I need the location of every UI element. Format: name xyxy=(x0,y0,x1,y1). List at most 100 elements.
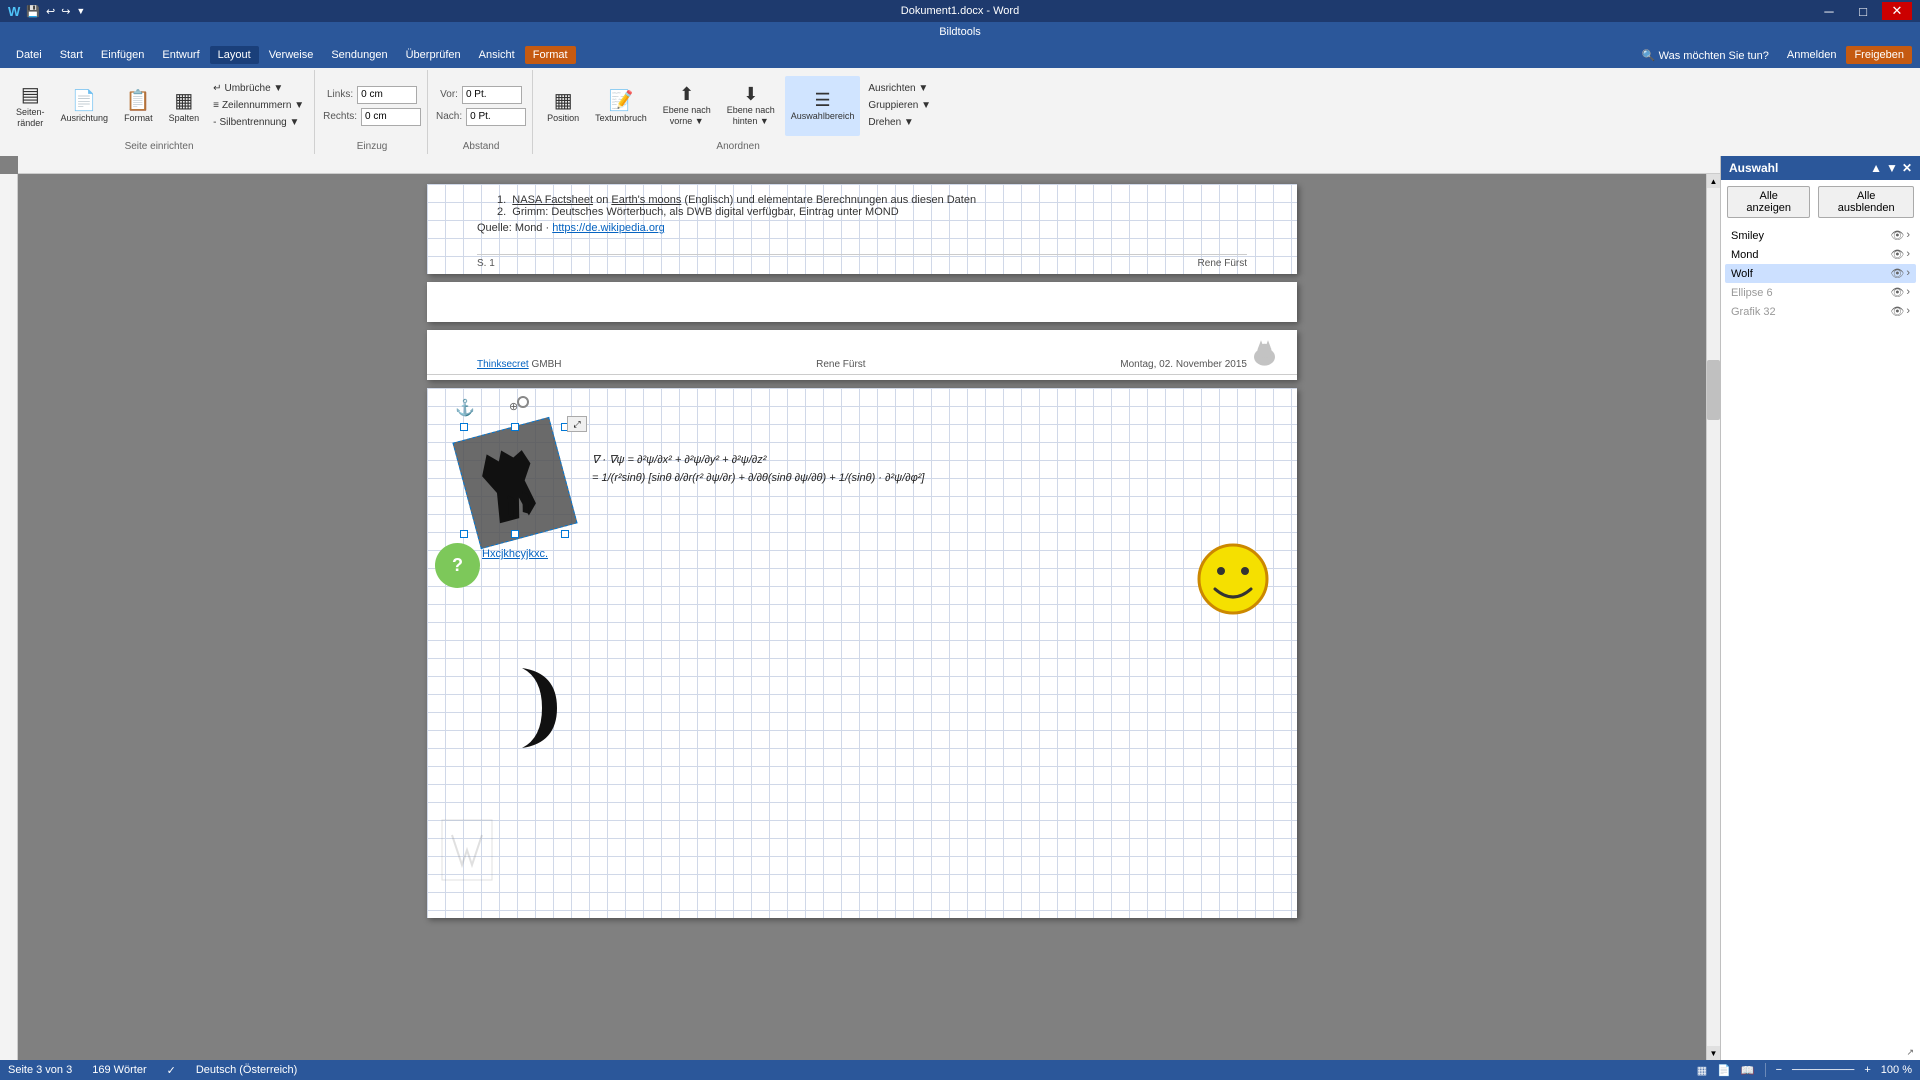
handle-tl[interactable] xyxy=(460,423,468,431)
menu-entwurf[interactable]: Entwurf xyxy=(154,46,207,64)
show-all-btn[interactable]: Alle anzeigen xyxy=(1727,186,1810,218)
panel-item-wolf[interactable]: Wolf 👁 › xyxy=(1725,264,1916,283)
textumbruch-btn[interactable]: 📝 Textumbruch xyxy=(589,76,653,136)
position-handle[interactable]: ⊕ xyxy=(509,400,518,413)
handle-bm[interactable] xyxy=(511,530,519,538)
panel-scroll-up[interactable]: ▲ xyxy=(1870,161,1882,175)
scroll-track[interactable] xyxy=(1707,188,1720,1046)
expand-btn[interactable]: ⤢ xyxy=(567,416,587,432)
seite-expand-btn[interactable]: ↗ xyxy=(1906,1047,1914,1058)
language[interactable]: Deutsch (Österreich) xyxy=(196,1064,297,1076)
quick-access-bar: W 💾 ↩ ↪ ▼ xyxy=(8,4,85,19)
seitenraender-btn[interactable]: ▤ Seiten-ränder xyxy=(10,76,51,136)
wolf-image-container[interactable] xyxy=(457,418,572,543)
panel-item-mond[interactable]: Mond 👁 › xyxy=(1725,245,1916,264)
umbrueche-btn[interactable]: ↵ Umbrüche ▼ xyxy=(209,81,308,96)
panel-scroll-down[interactable]: ▼ xyxy=(1886,161,1898,175)
grafik32-chevron-icon: › xyxy=(1906,305,1910,318)
ribbon-group-anordnen: ▦ Position 📝 Textumbruch ⬆ Ebene nachvor… xyxy=(535,70,941,154)
hide-all-btn[interactable]: Alle ausblenden xyxy=(1818,186,1914,218)
rotate-handle[interactable] xyxy=(517,396,529,408)
green-circle[interactable]: ? xyxy=(435,543,480,588)
ebene-hinten-btn[interactable]: ⬇ Ebene nachhinten ▼ xyxy=(721,76,781,136)
page-1: 1. NASA Factsheet on Earth's moons NASA … xyxy=(427,184,1297,274)
page-3[interactable]: ⚓ ⊕ xyxy=(427,388,1297,918)
panel-item-ellipse6[interactable]: Ellipse 6 👁 › xyxy=(1725,283,1916,302)
view-read-btn[interactable]: 📖 xyxy=(1741,1064,1755,1077)
menu-freigeben[interactable]: Freigeben xyxy=(1846,46,1912,64)
menu-einfuegen[interactable]: Einfügen xyxy=(93,46,152,64)
format-btn[interactable]: 📋 Format xyxy=(118,76,159,136)
moon-shape[interactable] xyxy=(477,658,557,761)
wolf-selection[interactable] xyxy=(457,418,572,543)
menu-verweise[interactable]: Verweise xyxy=(261,46,322,64)
sep-1 xyxy=(1765,1063,1766,1077)
silbentrennung-btn[interactable]: - Silbentrennung ▼ xyxy=(209,115,308,130)
abstand-nach-input[interactable] xyxy=(466,108,526,126)
title-bar: W 💾 ↩ ↪ ▼ Dokument1.docx - Word ─ □ ✕ xyxy=(0,0,1920,22)
handle-br[interactable] xyxy=(561,530,569,538)
zoom-in-btn[interactable]: + xyxy=(1864,1064,1870,1076)
earths-moons-link[interactable]: Earth's moons xyxy=(611,194,681,206)
ebene-vorne-btn[interactable]: ⬆ Ebene nachvorne ▼ xyxy=(657,76,717,136)
search-box[interactable]: 🔍 Was möchten Sie tun? xyxy=(1642,49,1769,62)
zeilennummern-btn[interactable]: ≡ Zeilennummern ▼ xyxy=(209,98,308,113)
undo-qa-btn[interactable]: ↩ xyxy=(46,5,55,18)
layout-ribbon: ▤ Seiten-ränder 📄 Ausrichtung 📋 Format ▦… xyxy=(0,68,1920,156)
minimize-button[interactable]: ─ xyxy=(1814,2,1844,20)
panel-item-smiley[interactable]: Smiley 👁 › xyxy=(1725,226,1916,245)
scroll-up-btn[interactable]: ▲ xyxy=(1707,174,1720,188)
save-qa-btn[interactable]: 💾 xyxy=(26,5,40,18)
auswahlbereich-btn[interactable]: ☰ Auswahlbereich xyxy=(785,76,861,136)
menu-start[interactable]: Start xyxy=(52,46,91,64)
maximize-button[interactable]: □ xyxy=(1848,2,1878,20)
format-icon: 📋 xyxy=(126,88,151,113)
spell-check-icon[interactable]: ✓ xyxy=(167,1064,176,1077)
more-qa-btn[interactable]: ▼ xyxy=(76,6,85,16)
abstand-vor-input[interactable] xyxy=(462,86,522,104)
ribbon-group-abstand: Vor: Nach: Abstand xyxy=(430,70,533,154)
menu-ansicht[interactable]: Ansicht xyxy=(471,46,523,64)
spalten-btn[interactable]: ▦ Spalten xyxy=(163,76,206,136)
ausrichtung-btn[interactable]: 📄 Ausrichtung xyxy=(55,76,115,136)
page1-footer: S. 1 Rene Fürst xyxy=(477,254,1247,269)
vertical-ruler xyxy=(0,174,18,1060)
scroll-down-btn[interactable]: ▼ xyxy=(1707,1046,1720,1060)
view-layout-btn[interactable]: 📄 xyxy=(1717,1064,1731,1077)
ausrichten-btn[interactable]: Ausrichten ▼ xyxy=(864,81,935,96)
einzug-links-input[interactable] xyxy=(357,86,417,104)
panel-close-btn[interactable]: ✕ xyxy=(1902,161,1912,175)
handle-tm[interactable] xyxy=(511,423,519,431)
menu-anmelden[interactable]: Anmelden xyxy=(1779,46,1845,64)
redo-qa-btn[interactable]: ↪ xyxy=(61,5,70,18)
drehen-btn[interactable]: Drehen ▼ xyxy=(864,115,935,130)
formula-container: ∇ · ∇ψ = ∂²ψ/∂x² + ∂²ψ/∂y² + ∂²ψ/∂z² = 1… xyxy=(592,453,925,484)
header-left: Thinksecret GMBH xyxy=(477,359,561,370)
menu-bar: Datei Start Einfügen Entwurf Layout Verw… xyxy=(0,42,1920,68)
scroll-thumb[interactable] xyxy=(1707,360,1720,420)
menu-ueberprufen[interactable]: Überprüfen xyxy=(398,46,469,64)
zoom-out-btn[interactable]: − xyxy=(1776,1064,1782,1076)
view-normal-btn[interactable]: ▦ xyxy=(1697,1064,1707,1077)
formula-line2: = 1/(r²sinθ) [sinθ ∂/∂r(r² ∂ψ/∂r) + ∂/∂θ… xyxy=(592,472,925,484)
einzug-rechts-input[interactable] xyxy=(361,108,421,126)
vertical-scrollbar[interactable]: ▲ ▼ xyxy=(1706,174,1720,1060)
menu-sendungen[interactable]: Sendungen xyxy=(323,46,395,64)
zoom-slider[interactable]: ──────── xyxy=(1792,1064,1854,1076)
thinksecret-link[interactable]: Thinksecret xyxy=(477,359,529,370)
close-button[interactable]: ✕ xyxy=(1882,2,1912,20)
nasa-link[interactable]: NASA Factsheet xyxy=(512,194,593,206)
document-area[interactable]: 1. NASA Factsheet on Earth's moons NASA … xyxy=(0,156,1720,1060)
panel-item-grafik32[interactable]: Grafik 32 👁 › xyxy=(1725,302,1916,321)
menu-datei[interactable]: Datei xyxy=(8,46,50,64)
page1-content: 1. NASA Factsheet on Earth's moons NASA … xyxy=(427,184,1297,244)
gruppieren-btn[interactable]: Gruppieren ▼ xyxy=(864,98,935,113)
position-btn[interactable]: ▦ Position xyxy=(541,76,585,136)
menu-format[interactable]: Format xyxy=(525,46,576,64)
smiley-face[interactable] xyxy=(1197,543,1269,615)
zoom-level: 100 % xyxy=(1881,1064,1912,1076)
source-link[interactable]: https://de.wikipedia.org xyxy=(552,222,665,234)
pages-container[interactable]: 1. NASA Factsheet on Earth's moons NASA … xyxy=(18,174,1706,1060)
menu-layout[interactable]: Layout xyxy=(210,46,259,64)
handle-bl[interactable] xyxy=(460,530,468,538)
